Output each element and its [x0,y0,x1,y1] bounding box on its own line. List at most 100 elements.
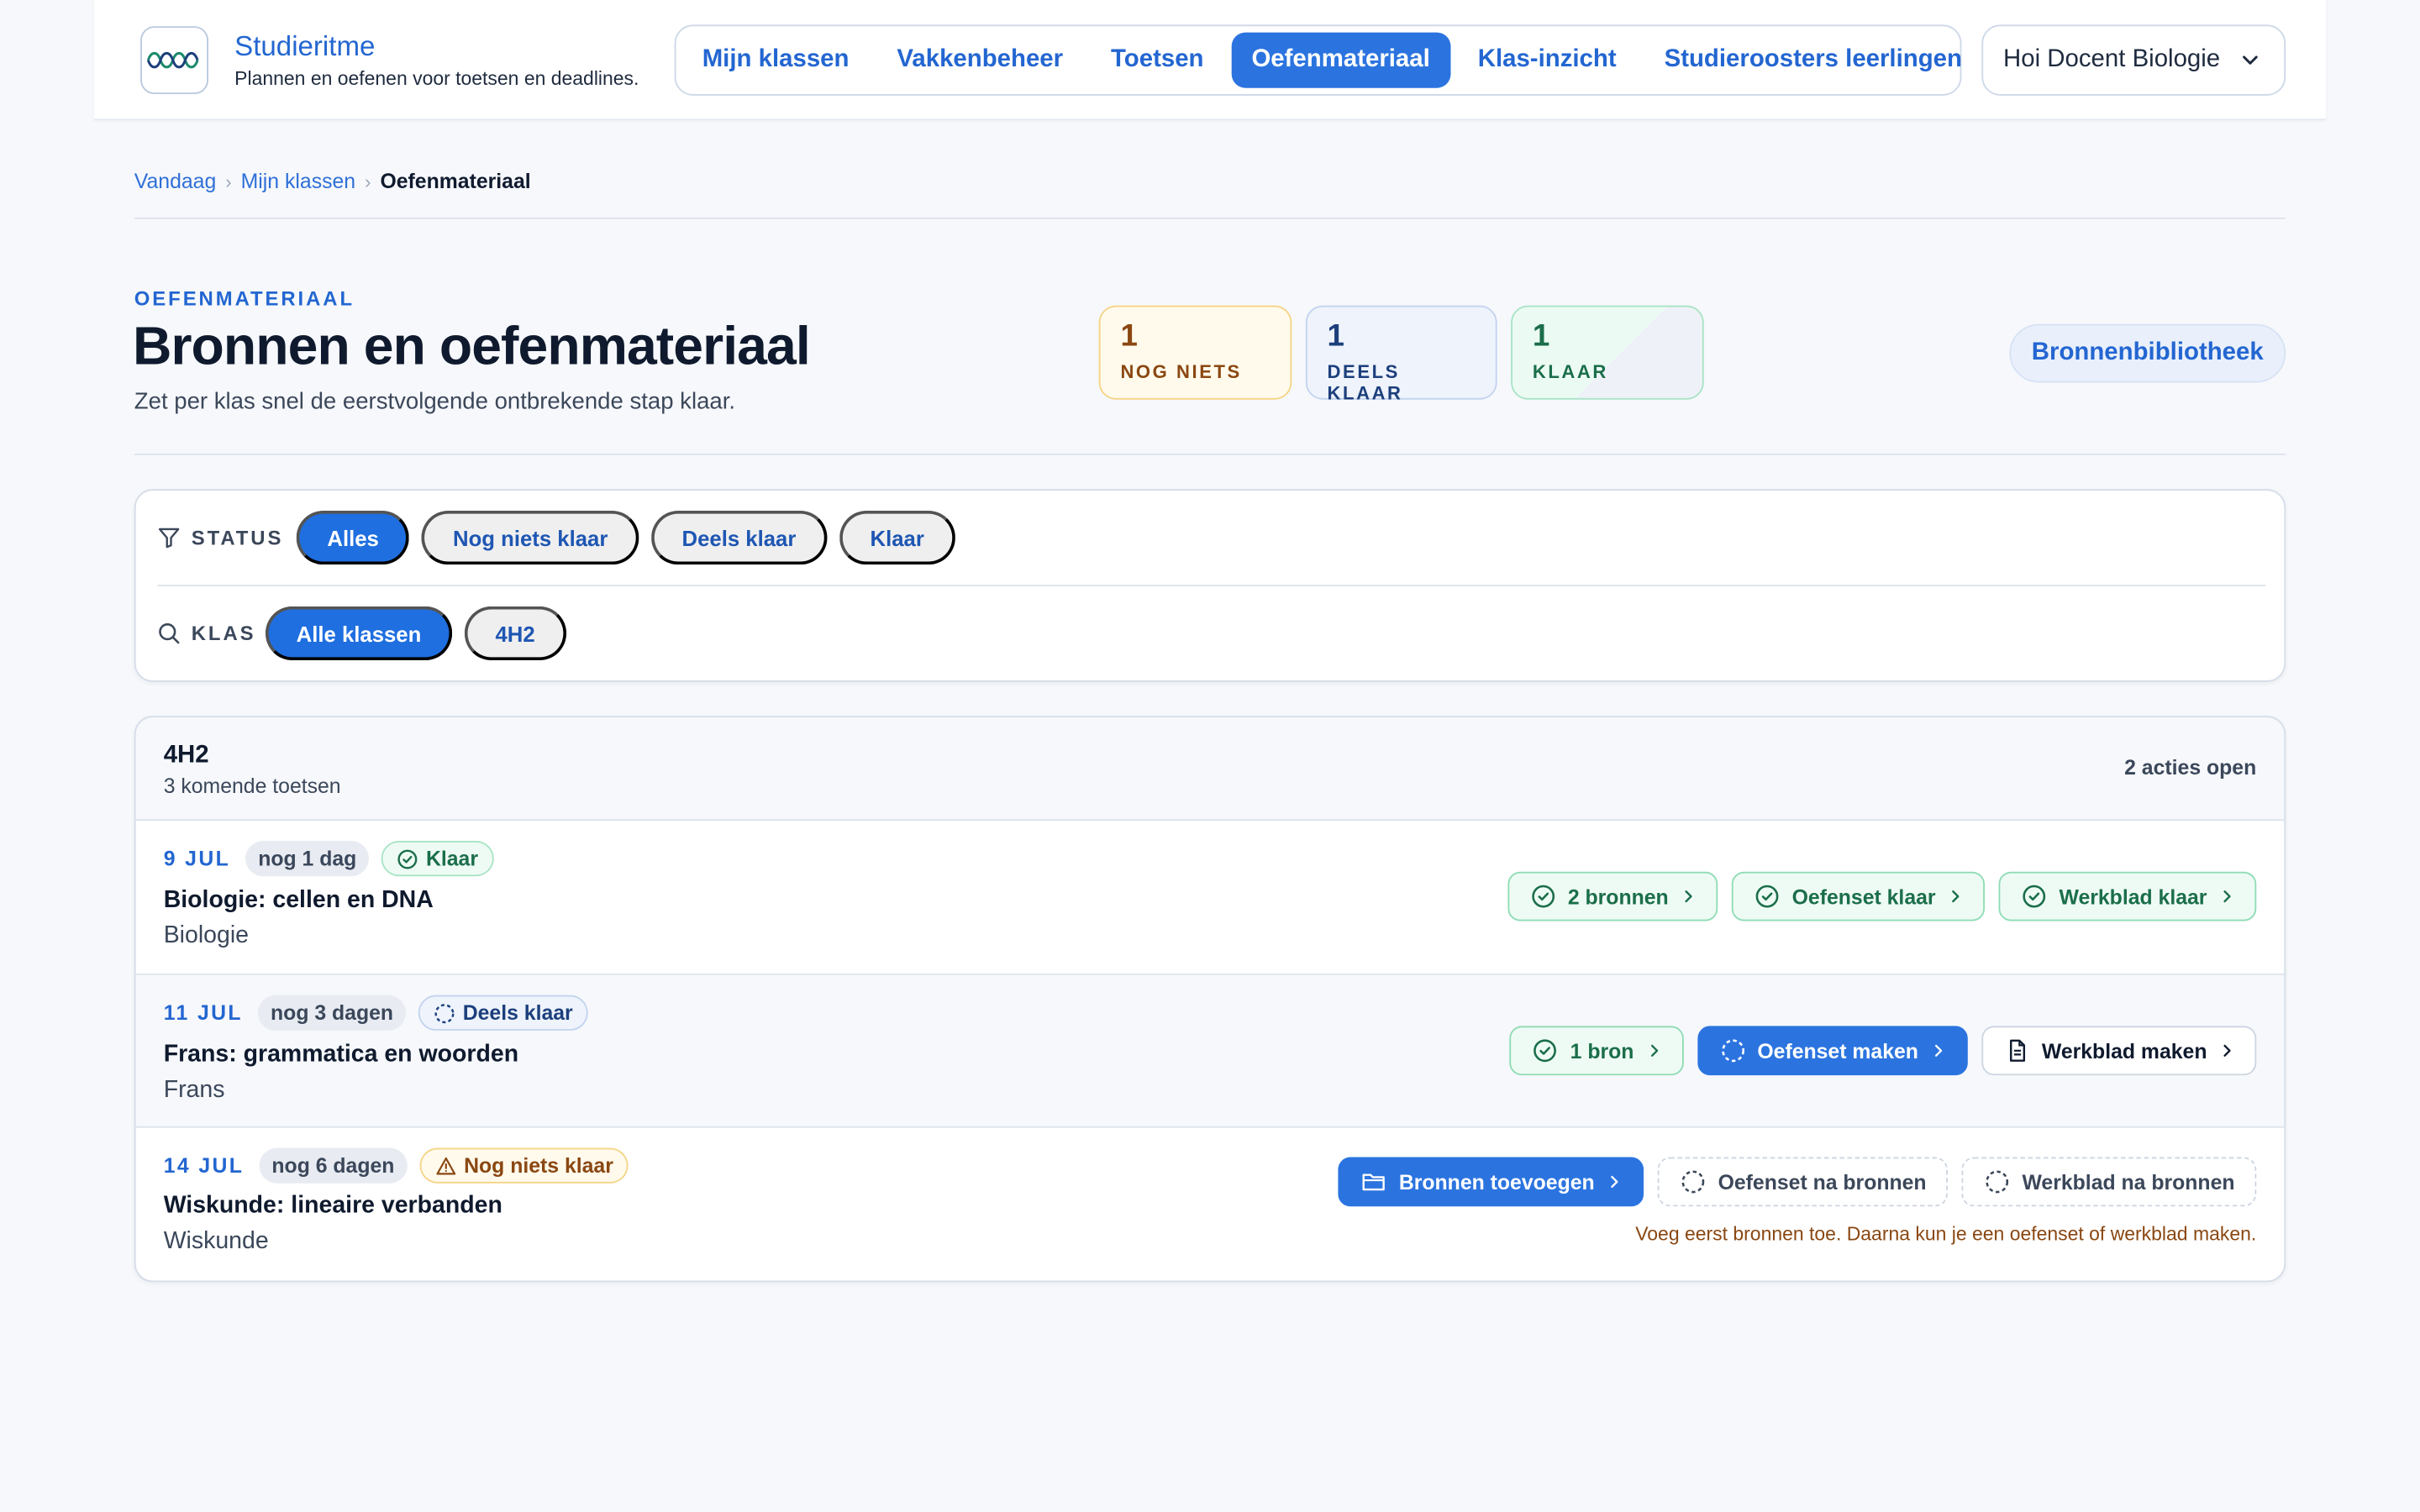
check-circle-icon [1531,884,1555,908]
test-actions: 2 bronnen Oefenset klaar Werkblad klaar [1507,871,2257,921]
breadcrumb-link-vandaag[interactable]: Vandaag [134,170,216,193]
filter-divider [157,585,2266,586]
breadcrumb-separator-icon: › [365,170,371,192]
status-badge-label: Deels klaar [462,1001,573,1025]
main-navigation: Mijn klassen Vakkenbeheer Toetsen Oefenm… [674,24,1962,96]
class-open-actions: 2 acties open [2124,755,2257,780]
check-circle-icon [1755,884,1780,908]
status-filter-alles[interactable]: Alles [296,510,410,565]
days-left-badge: nog 1 dag [245,841,369,877]
stat-label: KLAAR [1532,360,1608,383]
breadcrumb-separator-icon: › [225,170,232,192]
user-menu-button[interactable]: Hoi Docent Biologie [1981,24,2286,96]
chevron-right-icon [1646,1043,1661,1058]
create-practice-set-button[interactable]: Oefenset maken [1697,1026,1968,1076]
chevron-right-icon [1931,1043,1946,1058]
divider [134,453,2286,455]
dashed-circle-icon [1681,1169,1706,1194]
sources-button[interactable]: 2 bronnen [1507,871,1718,921]
wave-logo-icon [145,50,204,71]
class-name: 4H2 [163,742,209,769]
nav-item-oefenmateriaal[interactable]: Oefenmateriaal [1231,32,1450,88]
test-date: 14 JUL [163,1153,245,1178]
class-card-header: 4H2 3 komende toetsen 2 acties open [135,717,2285,822]
page-subtitle: Zet per klas snel de eerstvolgende ontbr… [134,388,736,416]
sources-hint: Voeg eerst bronnen toe. Daarna kun je ee… [1635,1223,2257,1246]
nav-item-mijn-klassen[interactable]: Mijn klassen [682,33,870,88]
practice-set-button[interactable]: Oefenset klaar [1732,871,1986,921]
class-filter-alle-klassen[interactable]: Alle klassen [265,606,453,661]
folder-icon [1362,1169,1386,1194]
filter-panel: STATUS Alles Nog niets klaar Deels klaar… [134,489,2286,682]
chevron-right-icon [1681,889,1696,904]
test-meta: 9 JUL nog 1 dag Klaar [164,841,494,877]
breadcrumb: Vandaag › Mijn klassen › Oefenmateriaal [134,170,531,193]
days-left-badge: nog 6 dagen [259,1147,408,1184]
nav-item-studieroosters[interactable]: Studieroosters leerlingen [1644,33,1982,88]
class-card: 4H2 3 komende toetsen 2 acties open 9 JU… [134,716,2286,1283]
page-title: Bronnen en oefenmateriaal [132,316,811,377]
status-filter-deels-klaar[interactable]: Deels klaar [650,510,828,565]
worksheet-button-label: Werkblad klaar [2059,885,2207,908]
worksheet-disabled-button[interactable]: Werkblad na bronnen [1961,1157,2257,1207]
stat-card-nog-niets[interactable]: 1 NOG NIETS [1098,305,1292,400]
stat-card-deels-klaar[interactable]: 1 DEELS KLAAR [1305,305,1497,404]
test-title: Wiskunde: lineaire verbanden [163,1192,502,1219]
practice-set-disabled-button[interactable]: Oefenset na bronnen [1657,1157,1949,1207]
page-eyebrow: OEFENMATERIAAL [134,286,355,311]
create-worksheet-button[interactable]: Werkblad maken [1981,1026,2257,1076]
brand-tagline: Plannen en oefenen voor toetsen en deadl… [234,67,639,90]
add-sources-label: Bronnen toevoegen [1398,1170,1595,1194]
worksheet-button[interactable]: Werkblad klaar [1998,871,2257,921]
test-row: 9 JUL nog 1 dag Klaar Biologie: cellen e… [135,821,2285,975]
test-actions: Bronnen toevoegen Oefenset na bronnen We… [1339,1157,2257,1207]
stat-count: 1 [1327,319,1344,354]
status-badge: Deels klaar [418,995,589,1031]
test-meta: 14 JUL nog 6 dagen Nog niets klaar [163,1147,629,1184]
status-filter-klaar[interactable]: Klaar [839,510,955,565]
status-filter-label: STATUS [157,526,296,549]
nav-item-vakkenbeheer[interactable]: Vakkenbeheer [877,33,1083,88]
bronnenbibliotheek-button[interactable]: Bronnenbibliotheek [2009,323,2286,383]
status-filter-row: STATUS Alles Nog niets klaar Deels klaar… [157,510,967,565]
nav-item-klas-inzicht[interactable]: Klas-inzicht [1458,33,1637,88]
practice-set-disabled-label: Oefenset na bronnen [1718,1170,1927,1194]
document-icon [2005,1038,2029,1063]
stat-count: 1 [1532,319,1550,354]
test-meta: 11 JUL nog 3 dagen Deels klaar [164,995,589,1031]
stat-card-klaar[interactable]: 1 KLAAR [1511,305,1704,400]
create-worksheet-label: Werkblad maken [2041,1039,2207,1063]
sources-button-label: 2 bronnen [1567,885,1669,908]
test-title: Biologie: cellen en DNA [163,887,434,914]
chevron-right-icon [1607,1174,1622,1189]
chevron-down-icon [2238,50,2260,71]
status-badge-label: Klaar [425,847,479,870]
test-actions: 1 bron Oefenset maken Werkblad maken [1510,1026,2257,1076]
search-icon [157,622,181,645]
status-filter-nog-niets-klaar[interactable]: Nog niets klaar [422,510,639,565]
class-filter-4h2[interactable]: 4H2 [464,606,566,661]
dashed-circle-icon [1720,1038,1744,1063]
app-logo[interactable] [140,26,208,95]
add-sources-button[interactable]: Bronnen toevoegen [1339,1157,1644,1207]
filter-icon [157,526,181,549]
chevron-right-icon [2219,889,2234,904]
dashed-circle-icon [1985,1169,2009,1194]
class-filter-row: KLAS Alle klassen 4H2 [157,606,578,661]
worksheet-disabled-label: Werkblad na bronnen [2022,1170,2235,1194]
chevron-right-icon [1948,889,1963,904]
stat-label: DEELS KLAAR [1327,360,1403,405]
user-menu-label: Hoi Docent Biologie [2003,46,2221,73]
chevron-right-icon [2219,1043,2234,1058]
status-badge: Nog niets klaar [418,1147,629,1184]
check-circle-icon [1534,1038,1558,1063]
breadcrumb-link-mijn-klassen[interactable]: Mijn klassen [241,170,355,193]
nav-item-toetsen[interactable]: Toetsen [1091,33,1223,88]
sources-button[interactable]: 1 bron [1510,1026,1684,1076]
dashed-circle-icon [434,1002,455,1024]
check-circle-icon [397,848,418,869]
breadcrumb-current: Oefenmateriaal [380,170,531,193]
test-title: Frans: grammatica en woorden [163,1041,519,1068]
stat-label: NOG NIETS [1120,360,1242,383]
warning-triangle-icon [434,1155,456,1177]
